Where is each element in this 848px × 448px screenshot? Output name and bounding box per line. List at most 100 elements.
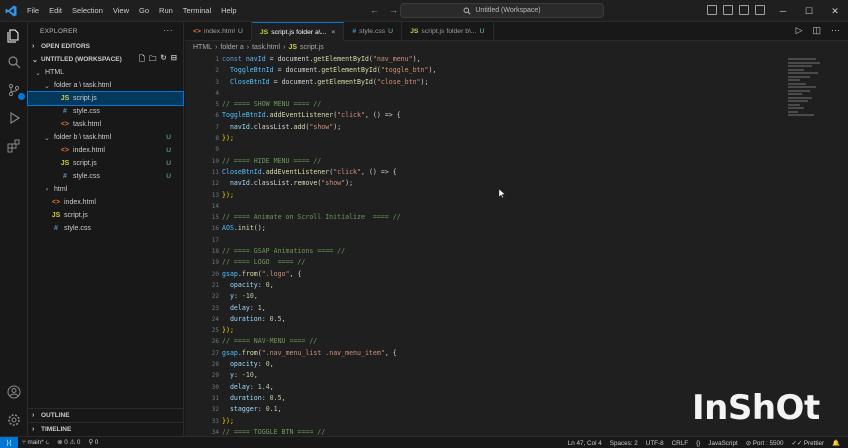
code-line[interactable]: // ==== SHOW MENU ==== // [222, 99, 742, 110]
source-control-icon[interactable] [4, 80, 25, 100]
code-editor[interactable]: 1 2 3 4 5 6 7 8 9 10 11 12 13 14 15 16 17 18 19 20 21 22 23 24 2… [185, 54, 848, 436]
forward-arrow-icon[interactable]: → [389, 5, 398, 15]
extensions-icon[interactable] [4, 136, 24, 156]
prettier-status[interactable]: ✓✓ Prettier [788, 440, 829, 447]
code-line[interactable]: delay: 1, [222, 303, 742, 314]
code-line[interactable]: const navId = document.getElementById("n… [222, 54, 742, 65]
code-line[interactable]: AOS.init(); [222, 223, 742, 234]
code-line[interactable]: gsap.from(".logo", { [222, 269, 742, 280]
menu-item-run[interactable]: Run [154, 6, 178, 15]
code-line[interactable]: // ==== NAV-MENU ==== // [222, 336, 742, 347]
code-line[interactable]: y: -10, [222, 291, 742, 302]
menu-item-help[interactable]: Help [216, 6, 241, 15]
code-line[interactable]: delay: 1.4, [222, 382, 742, 393]
explorer-icon[interactable] [4, 26, 24, 46]
tree-file[interactable]: <> index.html U [28, 144, 183, 157]
remote-indicator-icon[interactable]: ⟩⟨ [0, 436, 18, 448]
toggle-secondary-sidebar-icon[interactable] [739, 5, 749, 15]
code-line[interactable]: CloseBtnId = document.getElementById("cl… [222, 77, 742, 88]
code-line[interactable]: }); [222, 325, 742, 336]
code-line[interactable] [222, 88, 742, 99]
menu-item-file[interactable]: File [22, 6, 44, 15]
menu-item-edit[interactable]: Edit [44, 6, 67, 15]
breadcrumb-item[interactable]: script.js [300, 44, 324, 51]
code-line[interactable]: // ==== Animate on Scroll Initialize ===… [222, 212, 742, 223]
tree-file[interactable]: # style.css [28, 222, 183, 235]
ports-status[interactable]: ⚲ 0 [84, 439, 102, 446]
end-of-line[interactable]: CRLF [668, 440, 692, 447]
code-line[interactable]: }); [222, 190, 742, 201]
tree-folder[interactable]: ⌄ folder b \ task.html U [28, 131, 183, 144]
code-line[interactable]: opacity: 0, [222, 280, 742, 291]
code-area[interactable]: const navId = document.getElementById("n… [222, 54, 742, 436]
editor-tab[interactable]: JS script.js folder a\... × [251, 22, 345, 41]
close-window-icon[interactable]: ✕ [822, 0, 848, 22]
code-line[interactable]: stagger: 0.1, [222, 404, 742, 415]
timeline-section[interactable]: › TIMELINE [28, 423, 184, 436]
code-line[interactable]: ToggleBtnId.addEventListener("click", ()… [222, 110, 742, 121]
tree-folder[interactable]: ⌄ folder a \ task.html [28, 79, 183, 92]
tree-folder[interactable]: ⌄ HTML [28, 66, 183, 79]
code-line[interactable]: duration: 0.5, [222, 314, 742, 325]
code-line[interactable]: y: -10, [222, 370, 742, 381]
back-arrow-icon[interactable]: ← [370, 5, 379, 15]
code-line[interactable]: }); [222, 133, 742, 144]
code-line[interactable]: }); [222, 416, 742, 427]
code-line[interactable]: duration: 0.5, [222, 393, 742, 404]
code-line[interactable]: // ==== GSAP Animations ==== // [222, 246, 742, 257]
editor-tab[interactable]: # style.css U [344, 22, 403, 41]
code-line[interactable]: gsap.from(".nav_menu_list .nav_menu_item… [222, 348, 742, 359]
editor-tab[interactable]: <> index.html U [185, 22, 252, 41]
run-debug-icon[interactable] [4, 108, 24, 128]
tree-file[interactable]: JS script.js U [28, 157, 183, 170]
more-actions-icon[interactable]: ··· [831, 25, 840, 36]
accounts-icon[interactable] [4, 382, 24, 402]
close-tab-icon[interactable]: × [331, 29, 335, 36]
customize-layout-icon[interactable] [755, 5, 765, 15]
maximize-icon[interactable]: ☐ [796, 0, 822, 22]
code-line[interactable]: navId.classList.remove("show"); [222, 178, 742, 189]
tree-file[interactable]: JS script.js [27, 91, 184, 106]
tree-folder[interactable]: › html [28, 183, 183, 196]
tree-file[interactable]: <> task.html [28, 118, 183, 131]
search-activity-icon[interactable] [4, 52, 24, 72]
menu-item-view[interactable]: View [108, 6, 134, 15]
split-editor-icon[interactable]: ◫ [812, 25, 821, 36]
menu-item-go[interactable]: Go [134, 6, 154, 15]
more-actions-icon[interactable]: ··· [163, 25, 173, 35]
code-line[interactable]: opacity: 0, [222, 359, 742, 370]
encoding[interactable]: UTF-8 [642, 440, 668, 447]
code-line[interactable] [222, 235, 742, 246]
breadcrumb-item[interactable]: HTML [193, 44, 212, 51]
code-line[interactable]: navId.classList.add("show"); [222, 122, 742, 133]
outline-section[interactable]: › OUTLINE [28, 409, 184, 422]
code-line[interactable]: // ==== TOGGLE BTN ==== // [222, 427, 742, 436]
tree-file[interactable]: # style.css [28, 105, 183, 118]
live-server-port[interactable]: ⊘ Port : 5500 [742, 440, 788, 447]
new-file-icon[interactable]: 🗋 [139, 53, 145, 66]
notifications-bell-icon[interactable]: 🔔 [828, 439, 844, 447]
cursor-position[interactable]: Ln 47, Col 4 [564, 440, 606, 447]
run-icon[interactable]: ▷ [796, 25, 803, 36]
code-line[interactable] [222, 201, 742, 212]
open-editors-section[interactable]: › OPEN EDITORS [28, 40, 183, 53]
settings-gear-icon[interactable] [4, 410, 24, 430]
minimize-icon[interactable]: ─ [770, 0, 796, 22]
code-line[interactable]: // ==== HIDE MENU ==== // [222, 156, 742, 167]
tree-file[interactable]: # style.css U [28, 170, 183, 183]
refresh-icon[interactable]: ↻ [160, 53, 166, 66]
branch-status[interactable]: ⑂ main* ↻ [18, 439, 53, 446]
toggle-panel-icon[interactable] [723, 5, 733, 15]
code-line[interactable] [222, 144, 742, 155]
menu-item-selection[interactable]: Selection [67, 6, 108, 15]
new-folder-icon[interactable]: 🗀 [149, 53, 157, 66]
breadcrumb-item[interactable]: task.html [252, 44, 280, 51]
tree-file[interactable]: JS script.js [28, 209, 183, 222]
toggle-primary-sidebar-icon[interactable] [707, 5, 717, 15]
editor-tab[interactable]: JS script.js folder b\... U [402, 22, 494, 41]
code-line[interactable]: CloseBtnId.addEventListener("click", () … [222, 167, 742, 178]
indentation[interactable]: Spaces: 2 [606, 440, 642, 447]
language-mode[interactable]: JavaScript [704, 440, 741, 447]
workspace-section[interactable]: ⌄ UNTITLED (WORKSPACE) 🗋 🗀 ↻ ⊟ [28, 53, 183, 66]
menu-item-terminal[interactable]: Terminal [178, 6, 216, 15]
